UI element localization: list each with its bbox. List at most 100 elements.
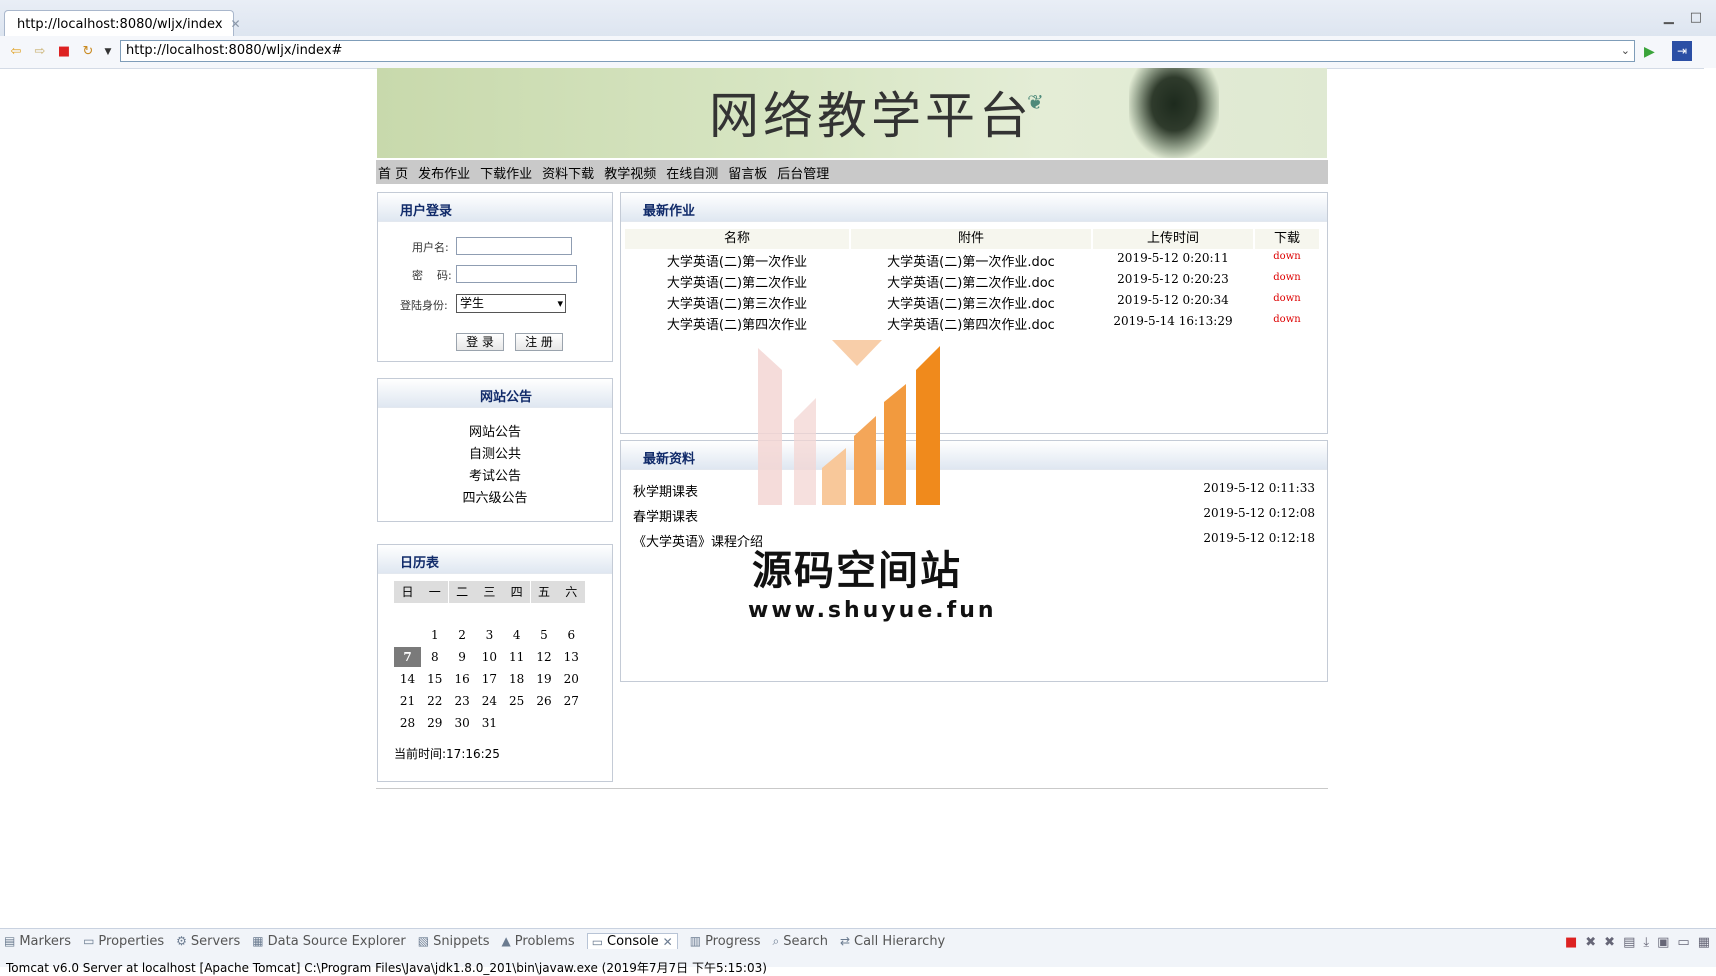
panel-tab-snippets[interactable]: ▧ Snippets xyxy=(418,933,490,949)
resource-time: 2019-5-12 0:11:33 xyxy=(1203,481,1315,495)
panel-tab-data-source-explorer[interactable]: ▦ Data Source Explorer xyxy=(252,933,405,949)
browser-toolbar: ⇦ ⇨ ■ ↻ ▼ http://localhost:8080/wljx/ind… xyxy=(0,36,1716,69)
homework-download-link[interactable]: down xyxy=(1255,272,1319,283)
nav-publish-homework[interactable]: 发布作业 xyxy=(418,163,470,182)
chevron-down-icon: ▾ xyxy=(557,297,563,310)
calendar-day: 18 xyxy=(509,672,525,686)
homework-name: 大学英语(二)第二次作业 xyxy=(666,276,808,291)
nav-message-board[interactable]: 留言板 xyxy=(728,163,767,182)
terminate-icon[interactable]: ■ xyxy=(1565,935,1577,950)
refresh-icon[interactable]: ↻ xyxy=(80,44,96,60)
notice-item[interactable]: 考试公告 xyxy=(378,465,612,484)
col-name-header: 名称 xyxy=(625,229,849,249)
homework-file-link[interactable]: 大学英语(二)第四次作业.doc xyxy=(851,314,1091,333)
close-icon[interactable]: ✕ xyxy=(663,935,673,949)
external-browser-icon[interactable]: ⇥ xyxy=(1672,41,1692,61)
homework-download-link[interactable]: down xyxy=(1255,251,1319,262)
back-icon[interactable]: ⇦ xyxy=(8,44,24,60)
nav-admin[interactable]: 后台管理 xyxy=(777,163,829,182)
register-button[interactable]: 注 册 xyxy=(515,333,563,351)
resource-link[interactable]: 春学期课表 xyxy=(633,506,698,525)
scroll-lock-icon[interactable]: ⤓ xyxy=(1643,935,1649,950)
role-label: 登陆身份: xyxy=(400,299,448,312)
homework-panel: 最新作业 名称 附件 上传时间 下载 大学英语(二)第一次作业 大学英语(二)第一… xyxy=(620,192,1328,434)
notice-item[interactable]: 自测公共 xyxy=(378,443,612,462)
call-hierarchy-icon: ⇄ xyxy=(839,934,851,948)
browser-tab[interactable]: http://localhost:8080/wljx/index ✕ xyxy=(4,10,241,37)
panel-tab-properties[interactable]: ▭ Properties xyxy=(83,933,164,949)
minimize-icon[interactable]: ▁ xyxy=(1664,10,1674,25)
homework-download-link[interactable]: down xyxy=(1255,314,1319,325)
calendar-day: 2 xyxy=(458,628,466,642)
forward-icon[interactable]: ⇨ xyxy=(32,44,48,60)
nav-resources[interactable]: 资料下载 xyxy=(542,163,594,182)
panel-tab-markers[interactable]: ▤ Markers xyxy=(4,933,71,949)
search-icon: ⌕ xyxy=(772,933,780,948)
nav-self-test[interactable]: 在线自测 xyxy=(666,163,718,182)
weekday-header: 日 xyxy=(394,581,421,603)
notice-panel: 网站公告 网站公告 自测公共 考试公告 四六级公告 xyxy=(377,378,613,522)
address-bar[interactable]: http://localhost:8080/wljx/index# ⌄ xyxy=(120,40,1635,62)
panel-tab-label: Data Source Explorer xyxy=(267,933,406,949)
role-select[interactable]: 学生 ▾ xyxy=(456,294,566,313)
chevron-down-icon[interactable]: ⌄ xyxy=(1621,41,1630,61)
homework-file-link[interactable]: 大学英语(二)第一次作业.doc xyxy=(851,251,1091,270)
panel-toolbar: ■ ✖ ✖ ▤ ⤓ ▣ ▭ ▦ xyxy=(1565,935,1710,950)
resource-link[interactable]: 《大学英语》课程介绍 xyxy=(633,531,763,550)
resources-panel: 最新资料 秋学期课表 2019-5-12 0:11:33 春学期课表 2019-5-1… xyxy=(620,440,1328,682)
login-button[interactable]: 登 录 xyxy=(456,333,504,351)
username-input[interactable] xyxy=(456,237,572,255)
calendar-day: 6 xyxy=(567,628,576,642)
panel-tab-problems[interactable]: ▲ Problems xyxy=(502,933,575,949)
calendar-day: 4 xyxy=(512,628,521,642)
login-panel: 用户登录 用户名: 密 码: 登陆身份: 学生 ▾ 登 录 注 册 xyxy=(377,192,613,362)
go-icon[interactable]: ▶ xyxy=(1644,44,1655,60)
panel-tab-progress[interactable]: ▥ Progress xyxy=(690,933,761,949)
weekday-header: 五 xyxy=(530,581,558,603)
calendar-day: 14 xyxy=(399,672,416,686)
properties-icon: ▭ xyxy=(83,934,95,948)
open-console-icon[interactable]: ▦ xyxy=(1698,935,1710,950)
notice-item[interactable]: 四六级公告 xyxy=(378,487,612,506)
password-input[interactable] xyxy=(456,265,577,283)
calendar-day: 5 xyxy=(540,628,548,642)
calendar-day: 13 xyxy=(563,650,579,664)
resource-link[interactable]: 秋学期课表 xyxy=(633,481,698,500)
col-file-header: 附件 xyxy=(851,229,1091,249)
calendar-day: 30 xyxy=(454,716,470,730)
calendar-day: 29 xyxy=(427,716,443,730)
password-label: 密 码: xyxy=(412,269,452,282)
notice-item[interactable]: 网站公告 xyxy=(378,421,612,440)
weekday-header: 一 xyxy=(421,581,449,603)
notice-title: 网站公告 xyxy=(479,390,532,405)
homework-name: 大学英语(二)第三次作业 xyxy=(666,297,808,312)
panel-tab-call-hierarchy[interactable]: ⇄ Call Hierarchy xyxy=(840,933,945,949)
remove-all-icon[interactable]: ✖ xyxy=(1604,935,1615,950)
nav-videos[interactable]: 教学视频 xyxy=(604,163,656,182)
pin-console-icon[interactable]: ▣ xyxy=(1657,935,1669,950)
clear-console-icon[interactable]: ▤ xyxy=(1623,935,1635,950)
nav-download-homework[interactable]: 下载作业 xyxy=(480,163,532,182)
panel-tab-search[interactable]: ⌕ Search xyxy=(773,933,828,949)
watermark-url: www.shuyue.fun xyxy=(748,598,997,623)
butterfly-icon: ❦ xyxy=(1027,90,1044,114)
remove-launch-icon[interactable]: ✖ xyxy=(1585,935,1596,950)
chevron-down-icon[interactable]: ▼ xyxy=(100,44,116,60)
calendar-day: 17 xyxy=(481,672,498,686)
nav-home[interactable]: 首 页 xyxy=(378,163,408,182)
col-download-header: 下载 xyxy=(1255,229,1319,249)
homework-download-link[interactable]: down xyxy=(1255,293,1319,304)
calendar-day: 19 xyxy=(536,672,552,686)
maximize-icon[interactable]: □ xyxy=(1690,10,1702,25)
panel-tab-servers[interactable]: ⚙ Servers xyxy=(176,933,240,949)
homework-file-link[interactable]: 大学英语(二)第二次作业.doc xyxy=(851,272,1091,291)
homework-file-link[interactable]: 大学英语(二)第三次作业.doc xyxy=(851,293,1091,312)
main-nav: 首 页 发布作业 下载作业 资料下载 教学视频 在线自测 留言板 后台管理 xyxy=(376,160,1328,184)
calendar-day: 15 xyxy=(427,672,443,686)
stop-icon[interactable]: ■ xyxy=(56,44,72,60)
calendar-day: 22 xyxy=(427,694,443,708)
browser-tab-bar: http://localhost:8080/wljx/index ✕ ▁ □ xyxy=(0,0,1716,37)
display-console-icon[interactable]: ▭ xyxy=(1677,935,1689,950)
close-tab-icon[interactable]: ✕ xyxy=(231,17,241,31)
panel-tab-console[interactable]: ▭ Console ✕ xyxy=(586,933,678,949)
